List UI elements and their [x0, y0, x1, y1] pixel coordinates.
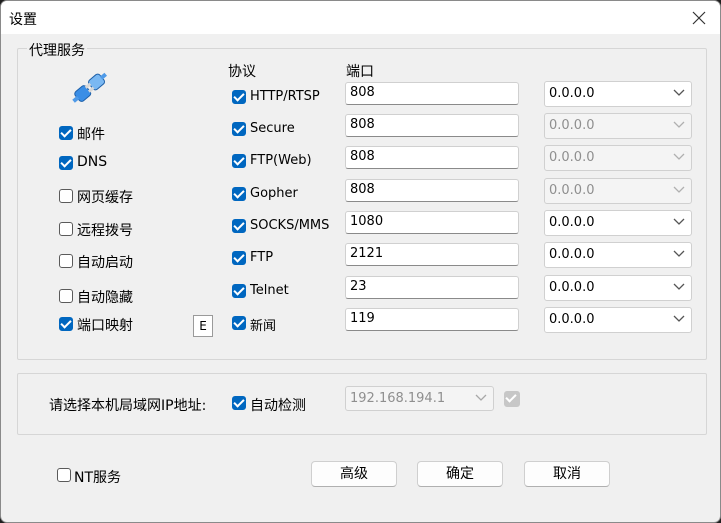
bind-address-select[interactable]: 0.0.0.0 — [544, 307, 692, 333]
bind-address-value: 0.0.0.0 — [549, 150, 595, 165]
protocol-name: FTP — [250, 250, 274, 265]
protocol-name: Secure — [250, 121, 295, 136]
bind-address-value: 0.0.0.0 — [549, 215, 595, 230]
bind-address-select[interactable]: 0.0.0.0 — [544, 81, 692, 107]
port-input[interactable]: 2121 — [345, 243, 519, 266]
protocol-name: FTP(Web) — [250, 153, 312, 168]
bind-address-select[interactable]: 0.0.0.0 — [544, 178, 692, 204]
lan-ip-select[interactable]: 192.168.194.1 — [345, 386, 494, 411]
auto-hide-label: 自动隐藏 — [77, 290, 133, 306]
port-input[interactable]: 119 — [345, 308, 519, 331]
port-input[interactable]: 808 — [345, 82, 519, 105]
protocol-name: Telnet — [250, 283, 289, 298]
protocol-checkbox[interactable] — [232, 90, 246, 104]
protocol-checkbox[interactable] — [232, 251, 246, 265]
port-input[interactable]: 808 — [345, 179, 519, 202]
chevron-down-icon — [673, 283, 685, 290]
chevron-down-icon — [673, 250, 685, 257]
lan-ip-prompt: 请选择本机局域网IP地址: — [49, 398, 207, 414]
title-bar: 设置 — [1, 1, 720, 34]
chevron-down-icon — [475, 394, 487, 401]
lan-ip-confirm-checkbox[interactable] — [504, 391, 520, 407]
bind-address-select[interactable]: 0.0.0.0 — [544, 242, 692, 268]
port-column-header: 端口 — [346, 64, 374, 80]
protocol-checkbox[interactable] — [232, 154, 246, 168]
protocol-checkbox[interactable] — [232, 219, 246, 233]
port-input[interactable]: 1080 — [345, 211, 519, 234]
auto-start-checkbox[interactable] — [59, 254, 73, 268]
bind-address-value: 0.0.0.0 — [549, 183, 595, 198]
window-title: 设置 — [9, 12, 37, 28]
bind-address-value: 0.0.0.0 — [549, 247, 595, 262]
port-mapping-checkbox[interactable] — [59, 317, 73, 331]
bind-address-value: 0.0.0.0 — [549, 280, 595, 295]
protocol-checkbox[interactable] — [232, 284, 246, 298]
protocol-name: HTTP/RTSP — [250, 89, 320, 104]
auto-start-label: 自动启动 — [77, 255, 133, 271]
settings-dialog: 设置 代理服务 邮件 DNS 网页缓存远程拨号自动启动自动隐藏端口映射 E 协议 端… — [0, 0, 721, 523]
protocol-name: SOCKS/MMS — [250, 218, 330, 233]
auto-detect-label: 自动检测 — [250, 398, 306, 414]
lan-ip-value: 192.168.194.1 — [350, 391, 446, 406]
web-cache-checkbox[interactable] — [59, 189, 73, 203]
bind-address-select[interactable]: 0.0.0.0 — [544, 113, 692, 139]
chevron-down-icon — [673, 121, 685, 128]
port-input[interactable]: 808 — [345, 146, 519, 169]
nt-service-label: NT服务 — [74, 470, 122, 486]
network-plug-icon — [72, 72, 108, 103]
nt-service-checkbox[interactable] — [57, 468, 71, 482]
bind-address-value: 0.0.0.0 — [549, 312, 595, 327]
cancel-button[interactable]: 取消 — [524, 461, 610, 487]
auto-detect-checkbox[interactable] — [232, 396, 246, 410]
ok-button[interactable]: 确定 — [417, 461, 503, 487]
chevron-down-icon — [673, 153, 685, 160]
chevron-down-icon — [673, 218, 685, 225]
protocol-column-header: 协议 — [228, 64, 256, 80]
remote-dial-label: 远程拨号 — [77, 223, 133, 239]
protocol-checkbox[interactable] — [232, 187, 246, 201]
bind-address-select[interactable]: 0.0.0.0 — [544, 210, 692, 236]
bind-address-select[interactable]: 0.0.0.0 — [544, 275, 692, 301]
auto-hide-checkbox[interactable] — [59, 289, 73, 303]
dns-checkbox[interactable] — [59, 156, 73, 170]
dns-label: DNS — [77, 154, 108, 170]
protocol-checkbox[interactable] — [232, 122, 246, 136]
proxy-service-group-title: 代理服务 — [27, 40, 87, 60]
chevron-down-icon — [673, 89, 685, 96]
advanced-button[interactable]: 高级 — [311, 461, 397, 487]
bind-address-select[interactable]: 0.0.0.0 — [544, 145, 692, 171]
port-input[interactable]: 23 — [345, 276, 519, 299]
bind-address-value: 0.0.0.0 — [549, 86, 595, 101]
protocol-name: Gopher — [250, 186, 298, 201]
protocol-name: 新闻 — [250, 319, 277, 334]
protocol-checkbox[interactable] — [232, 316, 246, 330]
port-mapping-label: 端口映射 — [77, 318, 133, 334]
bind-address-value: 0.0.0.0 — [549, 118, 595, 133]
mail-checkbox[interactable] — [59, 126, 73, 140]
port-input[interactable]: 808 — [345, 114, 519, 137]
remote-dial-checkbox[interactable] — [59, 222, 73, 236]
web-cache-label: 网页缓存 — [77, 190, 133, 206]
mail-label: 邮件 — [77, 127, 105, 143]
port-mapping-edit-button[interactable]: E — [193, 315, 213, 337]
chevron-down-icon — [673, 315, 685, 322]
chevron-down-icon — [673, 186, 685, 193]
close-icon[interactable] — [689, 8, 709, 28]
